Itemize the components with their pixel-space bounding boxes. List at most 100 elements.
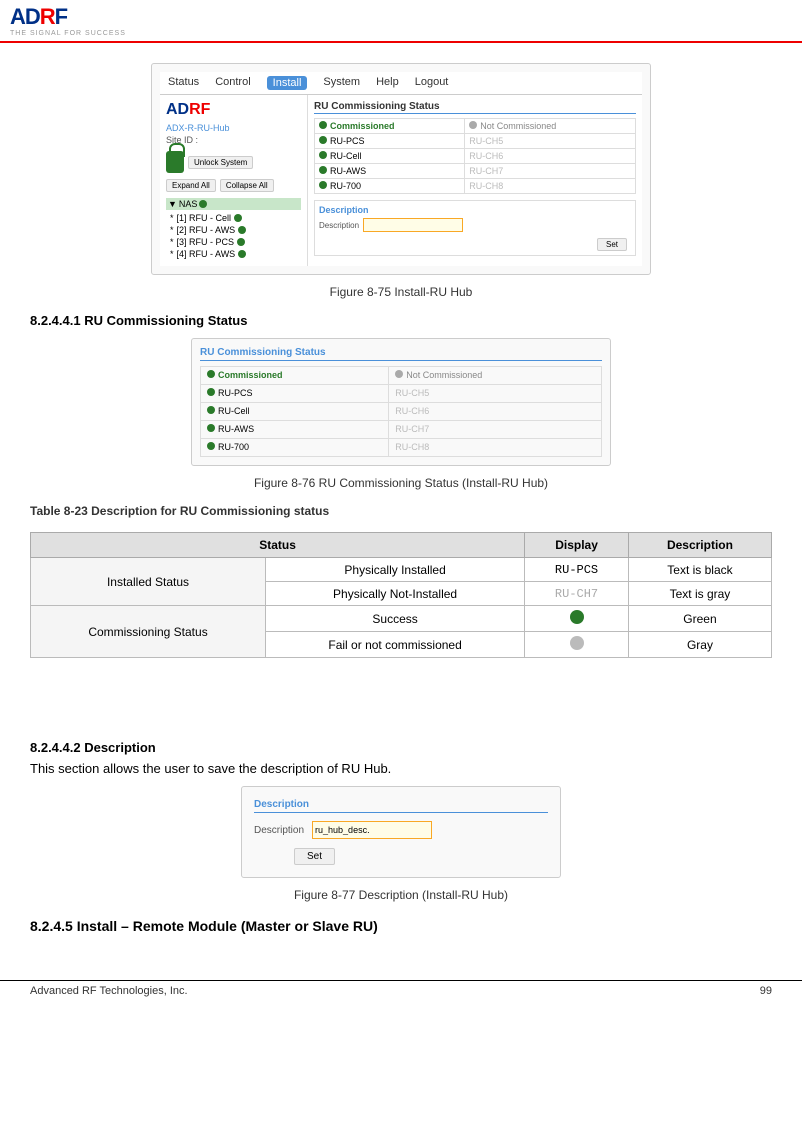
fig76-ru-ch6: RU-CH6 (395, 406, 429, 416)
desc-row-fig75: Description (319, 218, 631, 232)
fig76-ru-ch8: RU-CH8 (395, 442, 429, 452)
commissioned-dot (319, 121, 327, 129)
tree-arrow: ▼ (168, 199, 177, 209)
installed-status-cell: Installed Status (31, 558, 266, 606)
fig76-commissioned-dot (207, 370, 215, 378)
tree-root-label: NAS (179, 199, 198, 209)
desc-fig-btn-row: Set (254, 847, 548, 865)
tree-item-3[interactable]: * [3] RFU - PCS (166, 236, 301, 248)
tree-star-3: * (170, 237, 174, 247)
not-commissioned-dot (469, 121, 477, 129)
desc-fig-label: Description (254, 825, 304, 836)
sidebar-btn-group: Expand All Collapse All (166, 179, 301, 192)
figure-77-box: Description Description Set (241, 786, 561, 878)
ru-700: RU-700 (330, 181, 361, 191)
col-header-display: Display (525, 533, 629, 558)
ru-pcs: RU-PCS (330, 136, 365, 146)
footer: Advanced RF Technologies, Inc. 99 (0, 980, 802, 1001)
nav-help[interactable]: Help (376, 76, 399, 90)
ru-cell-dot (319, 151, 327, 159)
gray-circle-icon (570, 636, 584, 650)
success-cell: Success (266, 606, 525, 632)
expand-all-button[interactable]: Expand All (166, 179, 216, 192)
tree-item-dot-1 (234, 214, 242, 222)
ru-cell: RU-Cell (330, 151, 362, 161)
desc-black: Text is black (628, 558, 771, 582)
section-8241-heading: 8.2.4.4.1 RU Commissioning Status (30, 313, 772, 328)
tree-item-label-3: [3] RFU - PCS (177, 237, 235, 247)
ru-ch5: RU-CH5 (469, 136, 503, 146)
table-823-caption: Table 8-23 Description for RU Commission… (30, 504, 772, 518)
fig76-ru-pcs-dot (207, 388, 215, 396)
app-mockup: Status Control Install System Help Logou… (152, 64, 650, 274)
ru-pcs-display: RU-PCS (555, 563, 598, 577)
tree-item-label-2: [2] RFU - AWS (177, 225, 236, 235)
figure-77-caption: Figure 8-77 Description (Install-RU Hub) (30, 888, 772, 902)
nav-install[interactable]: Install (267, 76, 308, 90)
nav-system[interactable]: System (323, 76, 360, 90)
tree-item-dot-4 (238, 250, 246, 258)
ru-ch7-display: RU-CH7 (555, 587, 598, 601)
description-section-fig75: Description Description Set (314, 200, 636, 256)
sidebar-tree: ▼ NAS * [1] RFU - Cell * [2] RFU - AWS (166, 198, 301, 260)
nav-status[interactable]: Status (168, 76, 199, 90)
ru-comm-status-title-fig75: RU Commissioning Status (314, 101, 636, 114)
sidebar-lock-area: Unlock System (166, 151, 301, 173)
tree-dot (199, 200, 207, 208)
fig76-ru-700-dot (207, 442, 215, 450)
fig76-ru-aws-dot (207, 424, 215, 432)
not-commissioned-label: Not Commissioned (480, 121, 556, 131)
logo-area: ADRF THE SIGNAL FOR SUCCESS (10, 4, 126, 37)
desc-gray-comm: Gray (628, 632, 771, 658)
ru-aws-dot (319, 166, 327, 174)
desc-fig-title: Description (254, 799, 548, 813)
figure-76-box: RU Commissioning Status Commissioned Not… (191, 338, 611, 466)
sidebar-device: ADX-R-RU-Hub (166, 123, 301, 133)
desc-label-fig75: Description (319, 221, 359, 230)
collapse-all-button[interactable]: Collapse All (220, 179, 274, 192)
tree-item-label: [1] RFU - Cell (177, 213, 232, 223)
green-circle-icon (570, 610, 584, 624)
desc-title-fig75: Description (319, 205, 631, 215)
fig76-not-commissioned-dot (395, 370, 403, 378)
desc-fig-input[interactable] (312, 821, 432, 839)
nav-control[interactable]: Control (215, 76, 250, 90)
tree-root-nas[interactable]: ▼ NAS (166, 198, 301, 210)
display-ru-ch7: RU-CH7 (525, 582, 629, 606)
section-845-heading: 8.2.4.5 Install – Remote Module (Master … (30, 918, 772, 934)
ru-status-fig-title: RU Commissioning Status (200, 347, 602, 361)
desc-fig-row: Description (254, 821, 548, 839)
fig76-ru-pcs: RU-PCS (218, 388, 253, 398)
figure-75-box: Status Control Install System Help Logou… (151, 63, 651, 275)
desc-set-button-fig75[interactable]: Set (597, 238, 627, 251)
tree-star-4: * (170, 249, 174, 259)
ru-ch6: RU-CH6 (469, 151, 503, 161)
desc-input-fig75[interactable] (363, 218, 463, 232)
display-ru-pcs: RU-PCS (525, 558, 629, 582)
tree-item-4[interactable]: * [4] RFU - AWS (166, 248, 301, 260)
logo-text: ADRF (10, 4, 126, 30)
unlock-button[interactable]: Unlock System (188, 156, 253, 169)
fig76-ru-aws: RU-AWS (218, 424, 254, 434)
header: ADRF THE SIGNAL FOR SUCCESS (0, 0, 802, 43)
app-nav: Status Control Install System Help Logou… (160, 72, 642, 95)
tree-item-2[interactable]: * [2] RFU - AWS (166, 224, 301, 236)
col-header-status: Status (31, 533, 525, 558)
tagline: THE SIGNAL FOR SUCCESS (10, 30, 126, 37)
tree-item-1[interactable]: * [1] RFU - Cell (166, 212, 301, 224)
desc-gray: Text is gray (628, 582, 771, 606)
ru-status-table-fig76: Commissioned Not Commissioned RU-PCS RU-… (200, 366, 602, 457)
tree-star-2: * (170, 225, 174, 235)
figure-75-caption: Figure 8-75 Install-RU Hub (30, 285, 772, 299)
desc-fig-set-button[interactable]: Set (294, 848, 335, 865)
tree-item-dot-3 (237, 238, 245, 246)
footer-company: Advanced RF Technologies, Inc. (30, 985, 188, 997)
nav-logout[interactable]: Logout (415, 76, 449, 90)
tree-star: * (170, 213, 174, 223)
section-8242-heading: 8.2.4.4.2 Description (30, 740, 772, 755)
fig76-ru-cell: RU-Cell (218, 406, 250, 416)
desc-green: Green (628, 606, 771, 632)
table-row: Commissioning Status Success Green (31, 606, 772, 632)
tree-item-dot-2 (238, 226, 246, 234)
figure-76-caption: Figure 8-76 RU Commissioning Status (Ins… (30, 476, 772, 490)
